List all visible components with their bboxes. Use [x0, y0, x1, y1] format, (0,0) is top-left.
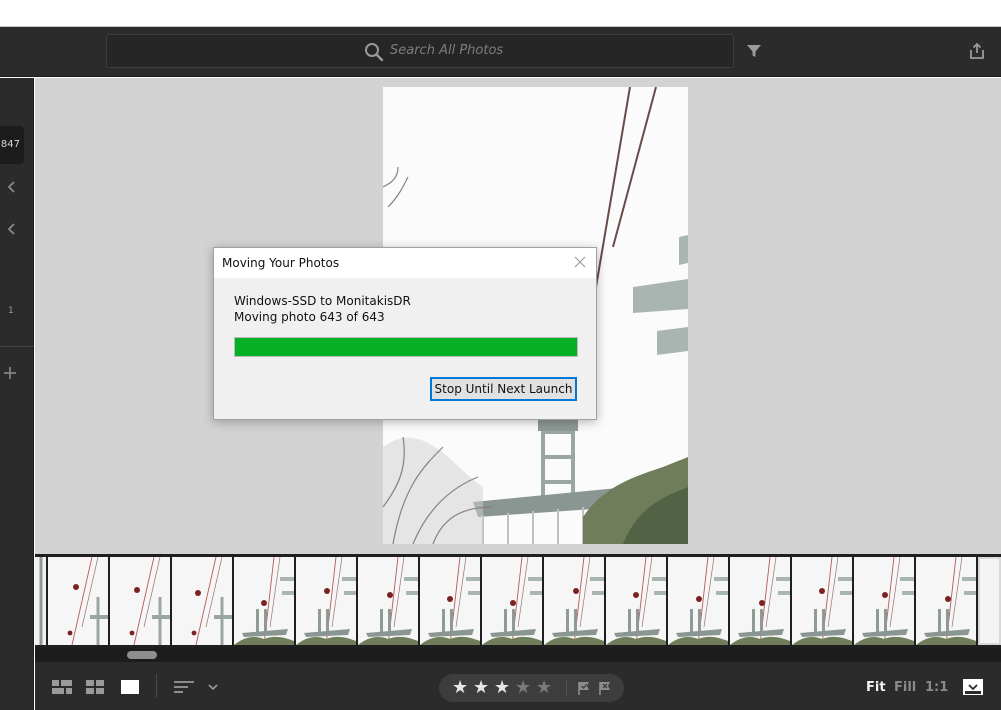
square-grid-icon[interactable]: [86, 679, 104, 695]
moving-photos-dialog: Moving Your Photos Windows-SSD to Monita…: [213, 247, 597, 420]
chevron-left-icon[interactable]: [5, 180, 19, 194]
star-icon[interactable]: ★: [515, 678, 531, 698]
chevron-left-icon[interactable]: [5, 222, 19, 236]
search-icon: [365, 43, 384, 62]
star-icon[interactable]: ★: [473, 678, 489, 698]
scrollbar-thumb[interactable]: [127, 651, 157, 659]
filmstrip-thumbnail[interactable]: [48, 557, 108, 645]
filmstrip-thumbnail[interactable]: [420, 557, 480, 645]
filmstrip-scrollbar[interactable]: [35, 648, 1001, 662]
filmstrip-thumbnail[interactable]: [854, 557, 914, 645]
top-toolbar: Search All Photos: [0, 27, 1001, 77]
zoom-fit-option[interactable]: Fit: [866, 680, 886, 695]
dialog-title: Moving Your Photos: [222, 256, 340, 270]
star-icon[interactable]: ★: [494, 678, 510, 698]
filmstrip-thumbnail[interactable]: [916, 557, 976, 645]
filter-icon[interactable]: [745, 42, 763, 60]
rail-count: 1: [8, 306, 14, 316]
close-icon[interactable]: [572, 254, 588, 270]
dialog-source-target: Windows-SSD to MonitakisDR: [234, 294, 411, 308]
stop-until-next-launch-button[interactable]: Stop Until Next Launch: [430, 377, 577, 401]
photo-grid-icon[interactable]: [52, 679, 72, 695]
filmstrip-thumbnail[interactable]: [606, 557, 666, 645]
app-window: Search All Photos 847 1 ★ ★ ★ ★ ★ Fit Fi…: [0, 0, 1001, 710]
window-title-strip: [0, 0, 1001, 27]
left-rail: 847 1: [0, 78, 34, 710]
toolbar-divider: [156, 674, 157, 698]
rail-divider: [0, 346, 34, 347]
progress-bar-fill: [235, 338, 577, 356]
filmstrip-thumbnail[interactable]: [544, 557, 604, 645]
search-placeholder: Search All Photos: [390, 43, 504, 58]
sort-icon[interactable]: [173, 679, 195, 695]
filmstrip-thumbnail[interactable]: [730, 557, 790, 645]
filmstrip-thumbnail[interactable]: [668, 557, 728, 645]
plus-icon[interactable]: [3, 366, 17, 380]
filmstrip-thumbnail[interactable]: [234, 557, 294, 645]
flag-pick-icon[interactable]: [576, 680, 592, 696]
photo-count-badge: 847: [0, 126, 24, 164]
search-box[interactable]: Search All Photos: [106, 34, 734, 68]
chevron-down-icon[interactable]: [207, 682, 219, 692]
filmstrip-thumbnail[interactable]: [110, 557, 170, 645]
filmstrip-thumbnail[interactable]: [792, 557, 852, 645]
filmstrip-thumbnail[interactable]: [482, 557, 542, 645]
dialog-title-bar: Moving Your Photos: [214, 248, 596, 278]
filmstrip-thumbnail-selected[interactable]: [978, 557, 1001, 645]
filmstrip-thumbnail[interactable]: [35, 557, 46, 645]
share-icon[interactable]: [967, 41, 987, 61]
filmstrip-toggle-icon[interactable]: [963, 679, 983, 695]
zoom-1to1-option[interactable]: 1:1: [925, 680, 948, 695]
progress-bar: [234, 337, 578, 357]
bottom-toolbar: ★ ★ ★ ★ ★ Fit Fill 1:1: [35, 662, 1001, 710]
filmstrip-thumbnail[interactable]: [358, 557, 418, 645]
star-icon[interactable]: ★: [452, 678, 468, 698]
pill-divider: [566, 680, 567, 696]
filmstrip-thumbnail[interactable]: [172, 557, 232, 645]
filmstrip-thumbnail[interactable]: [296, 557, 356, 645]
flag-reject-icon[interactable]: [597, 680, 613, 696]
zoom-fill-option[interactable]: Fill: [894, 680, 916, 695]
rating-flag-pill: ★ ★ ★ ★ ★: [439, 674, 624, 702]
star-icon[interactable]: ★: [536, 678, 552, 698]
detail-view-icon[interactable]: [120, 679, 140, 695]
dialog-progress-text: Moving photo 643 of 643: [234, 310, 385, 324]
filmstrip: [35, 554, 1001, 648]
